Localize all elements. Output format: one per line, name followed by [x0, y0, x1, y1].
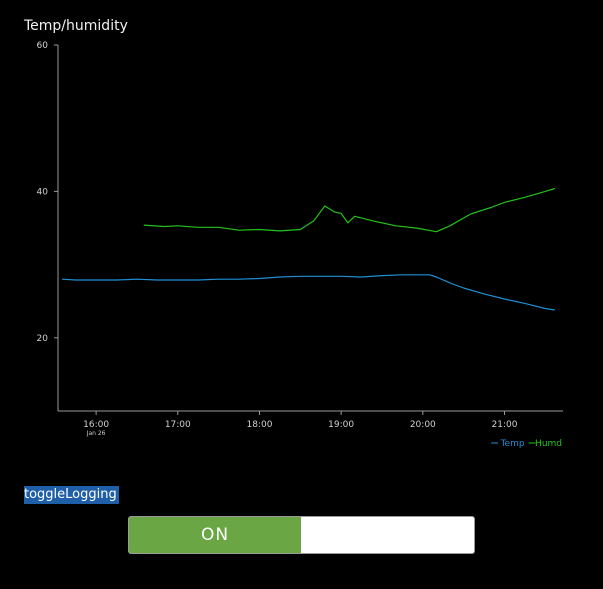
legend-label-temp: Temp [500, 439, 525, 449]
logging-toggle-switch[interactable]: ON [128, 516, 475, 554]
y-tick-label: 20 [37, 334, 49, 344]
page: Temp/humidity 20 40 60 16:00 Jan 26 17:00 18:0… [0, 0, 603, 589]
legend-label-humd: Humd [535, 439, 562, 449]
toggle-logging-label: toggleLogging [24, 486, 119, 504]
series-line-temp [62, 274, 555, 311]
x-tick-label: 17:00 [165, 420, 191, 430]
x-tick-sublabel: Jan 26 [86, 430, 106, 437]
x-tick-label: 20:00 [410, 420, 436, 430]
x-tick-label: 16:00 [83, 420, 109, 430]
temp-humidity-chart: 20 40 60 16:00Jan 26 17:00 18:00 19:00 20:00 21:… [37, 41, 563, 449]
y-tick-label: 60 [37, 41, 49, 51]
x-tick-label: 18:00 [246, 420, 272, 430]
toggle-on-state[interactable]: ON [129, 517, 301, 553]
series-line-humd [143, 187, 555, 233]
x-tick-label: 19:00 [328, 420, 354, 430]
y-tick-label: 40 [37, 187, 49, 197]
x-tick-label: 21:00 [492, 420, 518, 430]
